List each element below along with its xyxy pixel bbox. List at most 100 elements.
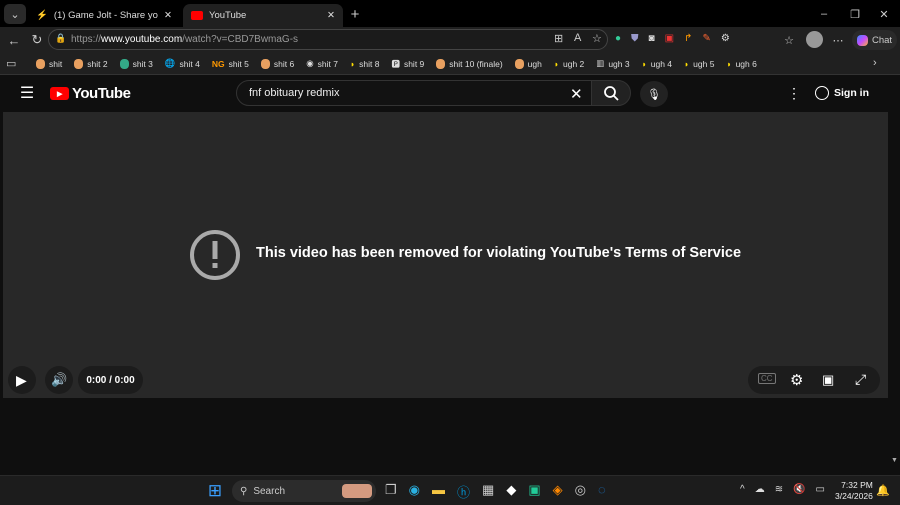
taskview-icon[interactable]: ❐ bbox=[385, 482, 397, 501]
banana-icon: ◗ bbox=[641, 58, 647, 69]
play-button[interactable]: ▶ bbox=[8, 366, 36, 394]
battery-icon[interactable]: ▭ bbox=[816, 484, 825, 495]
scrollbar[interactable]: ▼ bbox=[890, 112, 900, 475]
search-icon: ⚲ bbox=[240, 485, 248, 497]
menu-icon[interactable]: ☰ bbox=[17, 84, 37, 102]
search-icon bbox=[604, 86, 619, 101]
store-icon[interactable]: ▦ bbox=[482, 482, 494, 501]
bookmark[interactable]: ▥ ugh 3 bbox=[590, 58, 635, 69]
more-bookmarks-chevron-icon[interactable]: › bbox=[873, 57, 877, 69]
taskbar: ⊞ ⚲ Search ❐ ◉ ▬ ⓗ ▦ ◆ ▣ ◈ ◎ ◌ ^ ☁ ≋ 🔇 ▭ … bbox=[0, 475, 900, 505]
bookmark[interactable]: shit 3 bbox=[114, 58, 159, 69]
bookmark-icon bbox=[260, 58, 270, 69]
chevron-up-icon[interactable]: ^ bbox=[740, 484, 745, 495]
banana-icon: ◗ bbox=[553, 58, 559, 69]
bookmarks-bar: ▭ shit shit 2 shit 3 🌐 shit 4 NG shit 5 sh… bbox=[0, 53, 900, 75]
minimize-icon[interactable]: – bbox=[815, 5, 833, 23]
app-icon[interactable]: ⊞ bbox=[554, 32, 563, 45]
theater-mode-icon[interactable]: ▣ bbox=[822, 372, 834, 388]
roblox-icon[interactable]: ◆ bbox=[506, 482, 516, 501]
wifi-icon[interactable]: ≋ bbox=[775, 484, 783, 495]
bookmark[interactable]: shit 2 bbox=[68, 58, 113, 69]
search-button[interactable] bbox=[591, 80, 631, 106]
clock[interactable]: 7:32 PM 3/24/2026 bbox=[835, 480, 873, 502]
captions-icon[interactable]: CC bbox=[758, 373, 776, 384]
banana-icon: ◗ bbox=[726, 58, 732, 69]
scroll-down-icon[interactable]: ▼ bbox=[891, 457, 898, 464]
close-icon[interactable]: ✕ bbox=[164, 10, 172, 21]
tab-actions-icon[interactable]: ▭ bbox=[6, 57, 16, 70]
notification-bell-icon[interactable]: 🔔 bbox=[876, 484, 890, 497]
close-icon[interactable]: ✕ bbox=[327, 10, 335, 21]
extension-icon[interactable]: ▣ bbox=[665, 33, 674, 44]
youtube-logo[interactable]: ▶ YouTube bbox=[50, 85, 131, 102]
bookmark[interactable]: shit bbox=[30, 58, 68, 69]
bookmark[interactable]: ugh bbox=[509, 58, 548, 69]
shield-icon[interactable]: ⛊ bbox=[631, 33, 639, 44]
fullscreen-icon[interactable]: ⤢ bbox=[855, 371, 866, 388]
camera-icon[interactable]: ◙ bbox=[649, 33, 655, 44]
pencil-icon[interactable]: ✎ bbox=[702, 33, 710, 44]
star-icon[interactable]: ☆ bbox=[592, 32, 602, 45]
gamejolt-icon: ⚡ bbox=[36, 10, 48, 21]
sign-in-button[interactable]: Sign in bbox=[815, 82, 869, 104]
new-tab-icon[interactable]: + bbox=[346, 5, 364, 23]
clear-search-icon[interactable]: ✕ bbox=[570, 85, 583, 103]
bookmark[interactable]: 🅿shit 9 bbox=[385, 58, 430, 70]
lock-icon: 🔒 bbox=[55, 33, 67, 43]
volume-muted-icon[interactable]: 🔇 bbox=[793, 484, 805, 495]
bookmark[interactable]: shit 10 (finale) bbox=[430, 58, 508, 69]
settings-gear-icon[interactable]: ⚙ bbox=[790, 371, 803, 389]
fl-studio-icon[interactable]: ◈ bbox=[553, 482, 563, 501]
obs-icon[interactable]: ◎ bbox=[575, 482, 586, 501]
favorites-icon[interactable]: ☆ bbox=[780, 31, 798, 49]
copilot-chat-button[interactable]: Chat bbox=[852, 30, 897, 50]
hp-icon[interactable]: ⓗ bbox=[457, 482, 470, 501]
time-display: 0:00 / 0:00 bbox=[78, 366, 143, 394]
bookmark[interactable]: ◗ shit 8 bbox=[344, 59, 385, 69]
taskbar-search[interactable]: ⚲ Search bbox=[232, 480, 376, 502]
right-controls: CC ⚙ ▣ ⤢ bbox=[748, 366, 880, 394]
drive-icon bbox=[119, 58, 129, 69]
refresh-icon[interactable]: ↻ bbox=[28, 31, 46, 49]
read-aloud-icon[interactable]: A bbox=[574, 32, 581, 44]
bookmark[interactable]: NG shit 5 bbox=[206, 59, 255, 69]
edge-icon[interactable]: ◉ bbox=[409, 482, 420, 501]
bookmark[interactable]: ◗ ugh 6 bbox=[720, 59, 762, 69]
restore-icon[interactable]: ❐ bbox=[846, 5, 864, 23]
start-windows-icon[interactable]: ⊞ bbox=[206, 481, 224, 500]
youtube-play-icon: ▶ bbox=[50, 87, 69, 100]
onedrive-icon[interactable]: ☁ bbox=[755, 484, 765, 495]
tab-youtube[interactable]: YouTube ✕ bbox=[183, 4, 343, 27]
tab-gamejolt[interactable]: ⚡ (1) Game Jolt - Share your creatio ✕ bbox=[28, 4, 180, 27]
search-input[interactable]: fnf obituary redmix ✕ bbox=[236, 80, 592, 106]
bookmark[interactable]: ◉ shit 7 bbox=[300, 58, 344, 69]
address-bar[interactable]: 🔒 https://www.youtube.com/watch?v=CBD7Bw… bbox=[48, 29, 608, 50]
newgrounds-icon: NG bbox=[211, 58, 225, 69]
account-icon bbox=[815, 86, 829, 100]
close-window-icon[interactable]: ✕ bbox=[875, 5, 893, 23]
extensions-puzzle-icon[interactable]: ⚙ bbox=[721, 33, 730, 44]
mute-button[interactable]: 🔊 bbox=[45, 366, 73, 394]
back-icon[interactable]: ← bbox=[5, 31, 23, 49]
extension-icon[interactable]: ● bbox=[615, 33, 621, 44]
bookmark[interactable]: ◗ ugh 2 bbox=[548, 59, 590, 69]
bookmark[interactable]: 🌐 shit 4 bbox=[159, 58, 206, 69]
error-message: This video has been removed for violatin… bbox=[256, 245, 742, 261]
bookmark-icon bbox=[36, 58, 45, 69]
banana-icon: ◗ bbox=[684, 58, 690, 69]
alert-icon bbox=[190, 230, 240, 280]
globe-icon: 🌐 bbox=[164, 58, 176, 68]
bookmark[interactable]: ◗ ugh 5 bbox=[678, 59, 720, 69]
app-icon[interactable]: ▣ bbox=[528, 482, 540, 501]
extension-icon[interactable]: ↱ bbox=[684, 33, 692, 44]
bookmark[interactable]: shit 6 bbox=[255, 58, 300, 69]
voice-search-icon[interactable]: 🎙 bbox=[640, 81, 668, 107]
more-icon[interactable]: ⋯ bbox=[829, 31, 847, 49]
profile-avatar[interactable] bbox=[806, 31, 823, 48]
tab-list-chevron-icon[interactable]: ⌄ bbox=[4, 4, 26, 24]
bookmark[interactable]: ◗ ugh 4 bbox=[636, 59, 678, 69]
settings-more-icon[interactable]: ⋮ bbox=[786, 84, 802, 102]
file-explorer-icon[interactable]: ▬ bbox=[432, 482, 445, 501]
app-icon[interactable]: ◌ bbox=[598, 482, 606, 501]
